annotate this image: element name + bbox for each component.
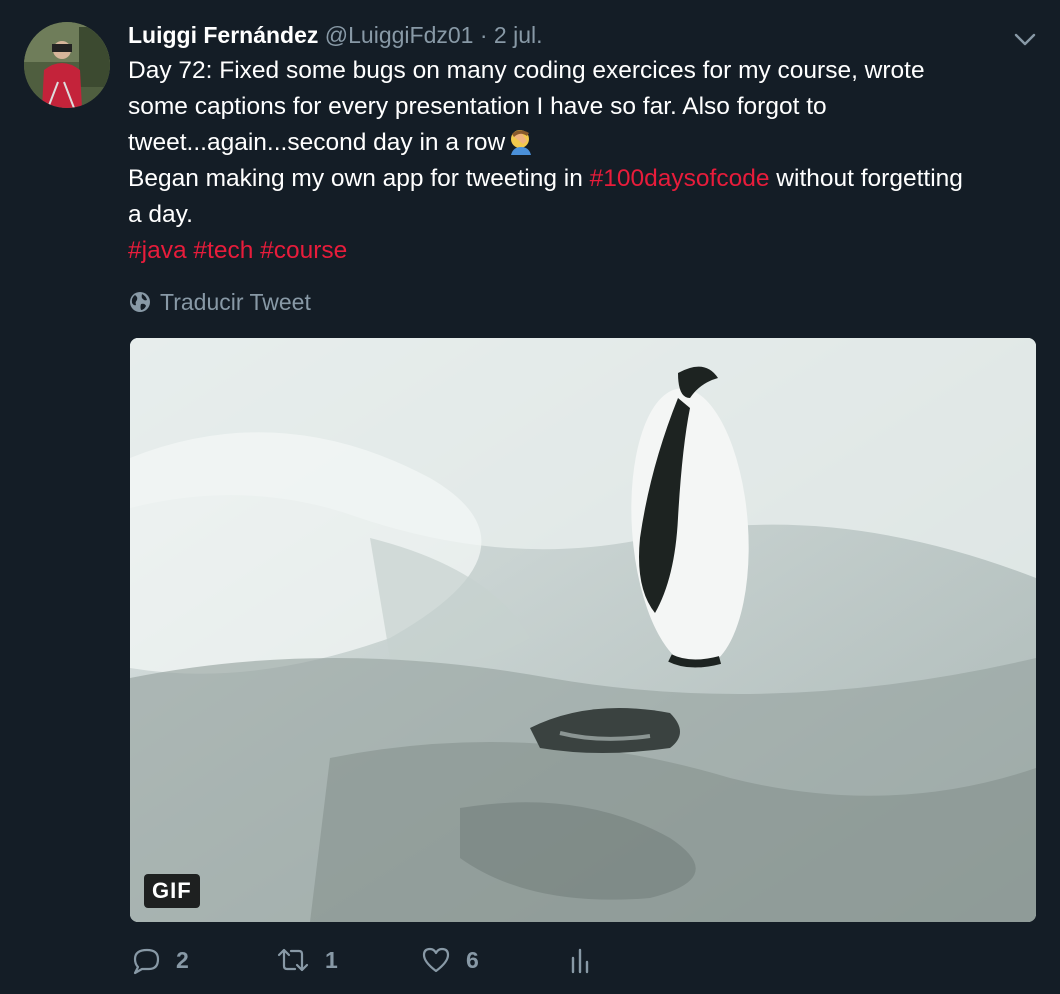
- reply-count: 2: [176, 946, 189, 973]
- tweet-text-line: Day 72: Fixed some bugs on many coding e…: [128, 57, 925, 84]
- tweet-text-line: a day.: [128, 201, 193, 228]
- like-count: 6: [466, 946, 479, 973]
- tweet-date[interactable]: 2 jul.: [494, 22, 543, 48]
- facepalm-emoji: [511, 130, 532, 155]
- globe-icon: [130, 292, 150, 312]
- analytics-icon: [571, 948, 589, 974]
- hashtag-link[interactable]: #java: [128, 237, 187, 264]
- reply-icon: [133, 948, 160, 975]
- retweet-count: 1: [325, 946, 338, 973]
- retweet-button[interactable]: 1: [275, 940, 338, 980]
- hashtag-link[interactable]: #course: [260, 237, 347, 264]
- chevron-down-icon[interactable]: [1010, 24, 1040, 54]
- tweet-text-line-3: tweet...again...second day in a row: [128, 129, 506, 156]
- author-avatar[interactable]: [24, 22, 110, 108]
- hashtag-line: #java #tech #course: [128, 233, 1043, 269]
- gif-badge: GIF: [144, 874, 200, 908]
- reply-button[interactable]: 2: [130, 940, 189, 980]
- tweet-media-gif[interactable]: GIF: [130, 338, 1036, 922]
- retweet-icon: [277, 948, 309, 972]
- hashtag-link[interactable]: #tech: [193, 237, 253, 264]
- tweet-text-line: tweet...again...second day in a row: [128, 125, 1043, 161]
- tweet-text: Day 72: Fixed some bugs on many coding e…: [128, 53, 1043, 269]
- tweet-actions: 2 1 6: [130, 940, 1030, 980]
- tweet-text-line: Began making my own app for tweeting in …: [128, 161, 1043, 197]
- author-name[interactable]: Luiggi Fernández: [128, 22, 318, 48]
- hashtag-link[interactable]: #100daysofcode: [590, 165, 770, 192]
- translate-label: Traducir Tweet: [160, 288, 311, 315]
- tweet-text-line-4-end: without forgetting: [769, 165, 963, 192]
- translate-tweet-link[interactable]: Traducir Tweet: [128, 286, 311, 318]
- tweet-text-line: some captions for every presentation I h…: [128, 93, 827, 120]
- tweet-header: Luiggi Fernández @LuiggiFdz01 · 2 jul.: [128, 20, 543, 50]
- separator-dot: ·: [479, 22, 488, 48]
- penguin-image: [130, 338, 1036, 922]
- like-button[interactable]: 6: [420, 940, 479, 980]
- tweet-text-line-4-start: Began making my own app for tweeting in: [128, 165, 590, 192]
- heart-icon: [422, 947, 450, 973]
- analytics-button[interactable]: [565, 940, 595, 980]
- author-handle[interactable]: @LuiggiFdz01: [325, 22, 474, 48]
